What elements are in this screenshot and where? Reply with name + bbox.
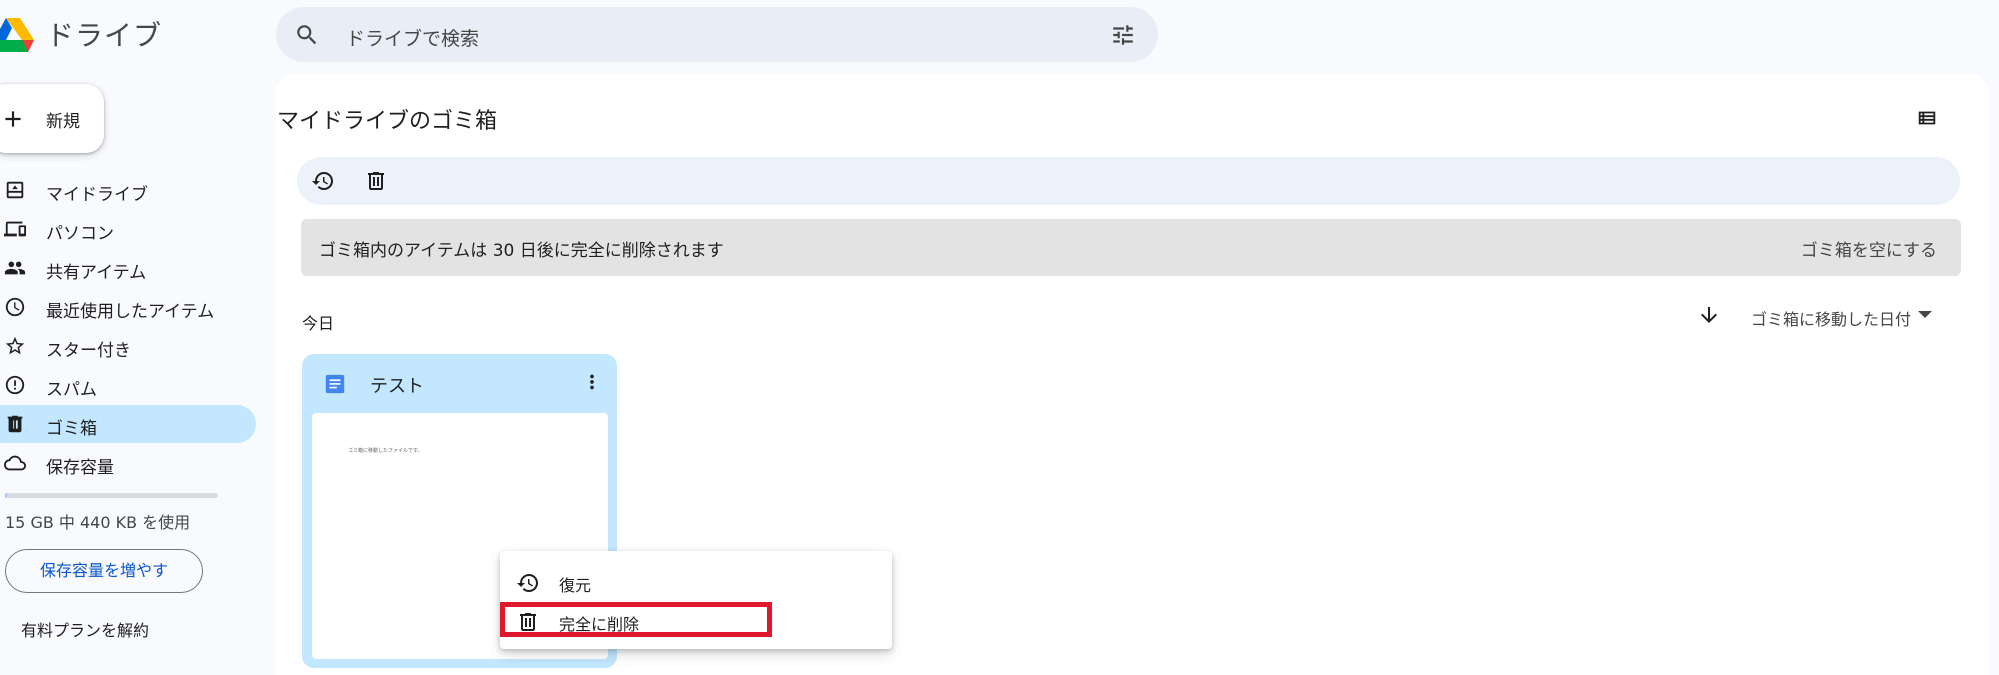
sidebar-item-starred[interactable]: スター付き xyxy=(0,327,256,365)
menu-item-restore[interactable]: 復元 xyxy=(500,563,892,601)
sidebar-item-label: パソコン xyxy=(46,224,114,244)
empty-trash-button[interactable]: ゴミ箱を空にする xyxy=(1801,236,1937,261)
sidebar-item-label: スター付き xyxy=(46,341,131,361)
date-group-label: 今日 xyxy=(302,314,335,333)
app-title: ドライブ xyxy=(46,19,163,52)
caret-down-icon[interactable] xyxy=(1918,311,1932,319)
sidebar-item-label: 保存容量 xyxy=(46,458,114,478)
new-button-label: 新規 xyxy=(46,112,80,132)
cancel-plan-link[interactable]: 有料プランを解約 xyxy=(21,617,149,641)
trash-toolbar xyxy=(297,157,1960,205)
sidebar-item-label: マイドライブ xyxy=(46,185,148,205)
people-icon xyxy=(4,257,26,279)
search-input[interactable]: ドライブで検索 xyxy=(346,24,479,51)
restore-icon[interactable] xyxy=(311,169,335,193)
menu-item-label: 復元 xyxy=(559,576,592,595)
spam-icon xyxy=(4,374,26,396)
sidebar-item-label: 共有アイテム xyxy=(46,263,147,283)
page-title: マイドライブのゴミ箱 xyxy=(277,109,498,134)
storage-usage-fill xyxy=(5,493,8,498)
sidebar-item-storage[interactable]: 保存容量 xyxy=(0,444,256,482)
sidebar-item-recent[interactable]: 最近使用したアイテム xyxy=(0,288,256,326)
sort-field-button[interactable]: ゴミ箱に移動した日付 xyxy=(1751,306,1911,330)
sidebar-item-spam[interactable]: スパム xyxy=(0,366,256,404)
tune-icon[interactable] xyxy=(1110,22,1136,48)
file-name: テスト xyxy=(370,376,424,397)
sidebar-item-label: スパム xyxy=(46,380,97,400)
trash-icon xyxy=(4,413,26,435)
new-button[interactable]: 新規 xyxy=(0,84,104,153)
banner-text: ゴミ箱内のアイテムは 30 日後に完全に削除されます xyxy=(319,241,724,261)
more-vert-icon[interactable] xyxy=(581,371,603,393)
drive-logo[interactable] xyxy=(0,12,34,54)
search-bar[interactable]: ドライブで検索 xyxy=(276,7,1158,62)
computers-icon xyxy=(4,218,26,240)
storage-usage-text: 15 GB 中 440 KB を使用 xyxy=(5,513,191,532)
sidebar-item-my-drive[interactable]: マイドライブ xyxy=(0,171,256,209)
restore-icon xyxy=(516,571,540,595)
delete-icon[interactable] xyxy=(364,169,388,193)
cloud-icon xyxy=(4,452,26,474)
star-icon xyxy=(4,335,26,357)
sort-direction-icon[interactable] xyxy=(1697,303,1721,327)
storage-usage-bar xyxy=(5,493,218,498)
list-view-icon[interactable] xyxy=(1916,107,1938,129)
sidebar-item-label: ゴミ箱 xyxy=(46,419,97,439)
sidebar-item-trash[interactable]: ゴミ箱 xyxy=(0,405,256,443)
sidebar-item-shared[interactable]: 共有アイテム xyxy=(0,249,256,287)
thumbnail-text: ゴミ箱に移動したファイルです。 xyxy=(348,448,423,454)
trash-info-banner: ゴミ箱内のアイテムは 30 日後に完全に削除されます ゴミ箱を空にする xyxy=(301,219,1961,276)
highlight-annotation xyxy=(500,602,772,637)
search-icon[interactable] xyxy=(294,22,320,48)
clock-icon xyxy=(4,296,26,318)
plus-icon xyxy=(0,106,26,132)
sidebar-item-label: 最近使用したアイテム xyxy=(46,302,215,322)
my-drive-icon xyxy=(4,179,26,201)
sidebar-item-computers[interactable]: パソコン xyxy=(0,210,256,248)
get-more-storage-button[interactable]: 保存容量を増やす xyxy=(5,549,203,593)
google-docs-icon xyxy=(324,373,346,395)
